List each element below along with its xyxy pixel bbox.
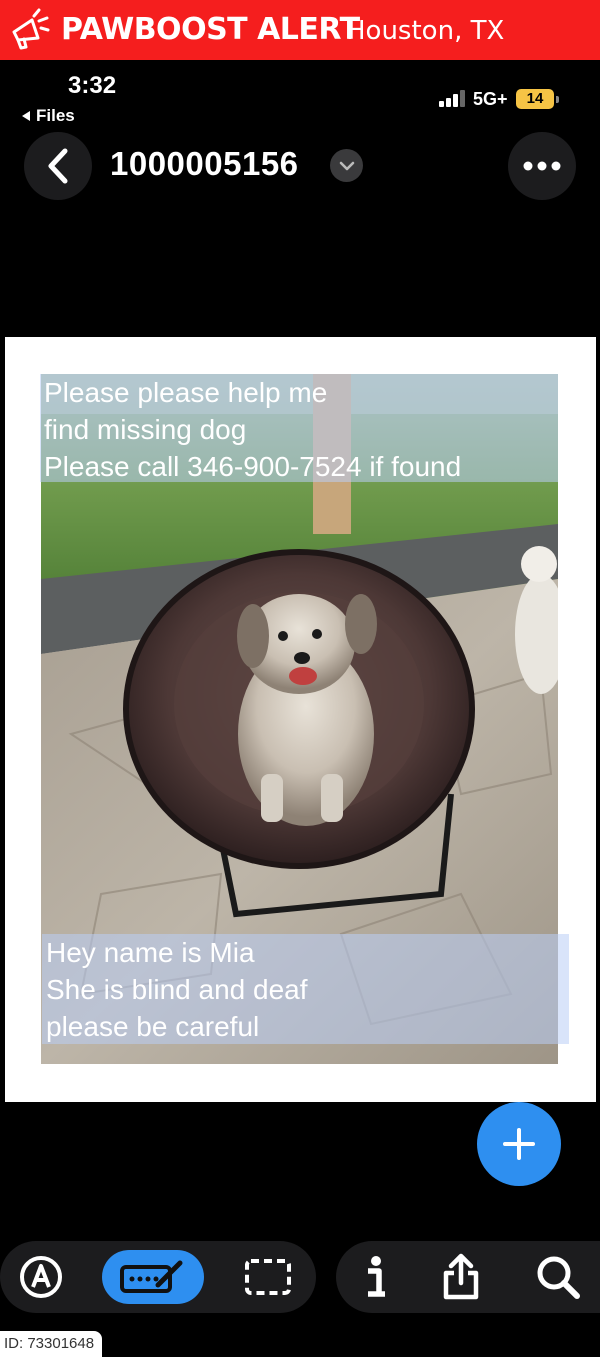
alert-title: PAWBOOST ALERT — [61, 12, 360, 47]
flyer-image[interactable]: Please please help me find missing dog P… — [5, 337, 596, 1102]
auto-markup-button[interactable] — [18, 1254, 64, 1300]
back-button[interactable] — [24, 132, 92, 200]
title-menu-button[interactable] — [330, 149, 363, 182]
battery-level: 14 — [526, 90, 544, 107]
battery-icon: 14 — [516, 89, 560, 109]
share-icon — [443, 1253, 479, 1300]
search-button[interactable] — [534, 1254, 582, 1300]
top-caption: Please please help me find missing dog P… — [40, 374, 558, 482]
more-icon — [523, 161, 561, 171]
select-icon — [245, 1259, 291, 1295]
add-button[interactable] — [477, 1102, 561, 1186]
file-title[interactable]: 1000005156 — [110, 145, 299, 183]
alert-location: Houston, TX — [346, 16, 505, 46]
status-time: 3:32 — [68, 72, 117, 99]
select-button[interactable] — [242, 1254, 294, 1300]
signal-icon — [439, 90, 465, 107]
info-icon — [368, 1256, 385, 1297]
back-to-files-label: Files — [36, 106, 75, 125]
markup-icon-wrap — [116, 1254, 190, 1300]
auto-markup-icon — [20, 1256, 62, 1298]
network-type: 5G+ — [473, 89, 508, 109]
megaphone-icon — [12, 8, 50, 50]
chevron-down-icon — [339, 161, 354, 170]
back-triangle-icon — [22, 111, 30, 121]
back-chevron-icon — [48, 148, 68, 184]
search-icon — [537, 1256, 580, 1299]
back-to-files-link[interactable]: Files — [20, 106, 75, 126]
plus-icon — [503, 1128, 535, 1160]
markup-icon — [120, 1260, 183, 1293]
bottom-caption: Hey name is Mia She is blind and deaf pl… — [42, 934, 569, 1044]
share-button[interactable] — [438, 1252, 484, 1302]
info-button[interactable] — [356, 1254, 396, 1300]
alert-banner: PAWBOOST ALERT Houston, TX — [0, 0, 600, 60]
more-button[interactable] — [508, 132, 576, 200]
id-label: ID: 73301648 — [0, 1331, 103, 1357]
